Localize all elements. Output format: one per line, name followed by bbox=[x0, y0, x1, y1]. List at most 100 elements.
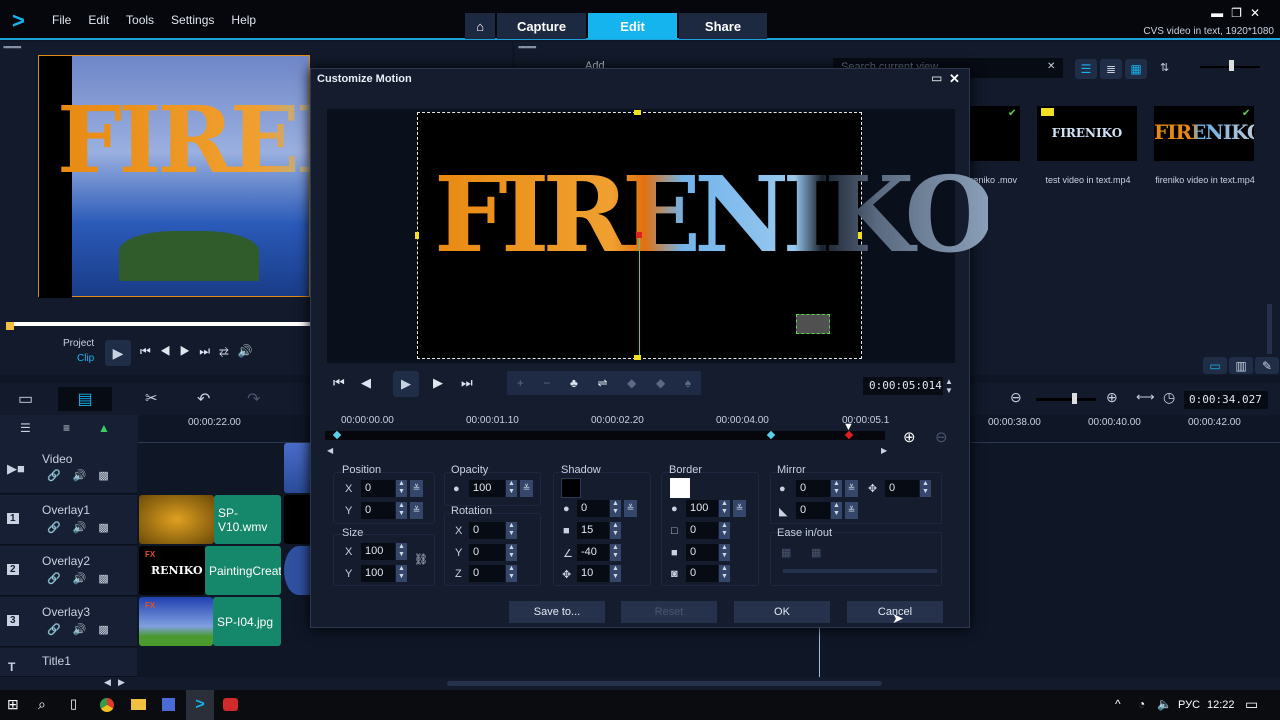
lock-ratio-icon[interactable]: ⛓ bbox=[414, 553, 428, 566]
border-blur-input[interactable]: 0 bbox=[686, 544, 718, 561]
checker-icon[interactable]: ▩ bbox=[98, 573, 120, 585]
next-keyframe-icon[interactable]: ▶ bbox=[433, 375, 443, 391]
copy-keyframe-icon[interactable]: ♠ bbox=[685, 376, 691, 390]
track-title1[interactable]: T Title1 bbox=[0, 648, 137, 677]
sort-icon[interactable]: ⇅ bbox=[1160, 61, 1169, 74]
repeat-icon[interactable]: ⇄ bbox=[219, 344, 238, 358]
library-item[interactable]: ✔ FIRENIKO fireniko video in text.mp4 bbox=[1150, 106, 1264, 186]
opacity-dropdown[interactable]: ≚ bbox=[520, 480, 533, 497]
fit-timeline-icon[interactable]: ⟷ bbox=[1136, 389, 1155, 405]
zoom-out-icon[interactable]: ⊖ bbox=[1010, 389, 1022, 406]
position-y-spin[interactable]: ▲ ▼ bbox=[396, 502, 407, 519]
resize-handle[interactable] bbox=[858, 232, 862, 239]
keyframe-scrubber[interactable]: ▼ bbox=[843, 421, 854, 433]
menu-edit[interactable]: Edit bbox=[88, 13, 109, 27]
mirror-offset-spin[interactable]: ▲ ▼ bbox=[920, 480, 931, 497]
track-overlay1[interactable]: 1 Overlay1 🔗🔊▩ bbox=[0, 495, 137, 545]
shadow-color-swatch[interactable] bbox=[561, 478, 581, 498]
border-soft-spin[interactable]: ▲ ▼ bbox=[719, 565, 730, 582]
shadow-distance-spin[interactable]: ▲ ▼ bbox=[610, 565, 621, 582]
scroll-left-icon[interactable]: ◀ bbox=[104, 677, 111, 688]
speaker-icon[interactable]: 🔈 bbox=[1157, 697, 1172, 711]
timeline-view-icon[interactable]: ▤ bbox=[58, 387, 112, 411]
shadow-handle[interactable] bbox=[796, 314, 830, 334]
resize-handle[interactable] bbox=[634, 110, 641, 115]
ease-in-icon[interactable]: ▦ bbox=[781, 546, 791, 559]
reset-button[interactable]: Reset bbox=[621, 601, 717, 623]
videostudio-icon[interactable]: > bbox=[186, 690, 214, 720]
ease-out-icon[interactable]: ▦ bbox=[811, 546, 821, 559]
chrome-icon[interactable] bbox=[100, 698, 114, 712]
library-item[interactable]: FIRENIKO test video in text.mp4 bbox=[1033, 106, 1143, 186]
border-blur-spin[interactable]: ▲ ▼ bbox=[719, 544, 730, 561]
project-mode-label[interactable]: Project bbox=[63, 338, 94, 349]
add-track-icon[interactable]: ≡ bbox=[63, 421, 70, 435]
overlay3-clip[interactable]: SP-I04.jpg bbox=[213, 597, 281, 646]
position-x-dropdown[interactable]: ≚ bbox=[410, 480, 423, 497]
minimize-button[interactable]: ▬ bbox=[1211, 6, 1231, 20]
motion-canvas[interactable]: FIRENIKO bbox=[415, 110, 995, 360]
shadow-angle-input[interactable]: -40 bbox=[577, 544, 609, 561]
rotation-z-spin[interactable]: ▲ ▼ bbox=[506, 565, 517, 582]
checker-icon[interactable]: ▩ bbox=[98, 470, 120, 482]
position-x-input[interactable]: 0 bbox=[361, 480, 395, 497]
track-overlay3[interactable]: 3 Overlay3 🔗🔊▩ bbox=[0, 597, 137, 647]
prev-keyframe-icon[interactable]: ◀ bbox=[361, 375, 371, 391]
size-x-input[interactable]: 100 bbox=[361, 543, 395, 560]
undo-icon[interactable]: ↶ bbox=[197, 389, 210, 409]
play-button[interactable]: ▶ bbox=[105, 340, 131, 366]
shadow-opacity-spin[interactable]: ▲ ▼ bbox=[610, 500, 621, 517]
dialog-close-button[interactable]: ✕ bbox=[949, 71, 960, 87]
search-clear-icon[interactable]: ✕ bbox=[1047, 61, 1055, 72]
split-panel-button[interactable]: ▥ bbox=[1229, 357, 1253, 374]
ruler-zoom-in-icon[interactable]: ⊕ bbox=[903, 428, 916, 446]
language-indicator[interactable]: РУС bbox=[1178, 699, 1200, 711]
size-y-input[interactable]: 100 bbox=[361, 565, 395, 582]
overlay2-clip-thumb[interactable]: FX RENIKO bbox=[139, 546, 205, 595]
go-start-icon[interactable]: ⏮ bbox=[333, 375, 345, 391]
mirror-fade-dropdown[interactable]: ≚ bbox=[845, 502, 858, 519]
storyboard-view-icon[interactable]: ▭ bbox=[18, 389, 33, 409]
border-opacity-input[interactable]: 100 bbox=[686, 500, 718, 517]
tools-icon[interactable]: ✂ bbox=[145, 389, 158, 407]
clock[interactable]: 12:22 bbox=[1207, 699, 1235, 711]
track-overlay2[interactable]: 2 Overlay2 🔗🔊▩ bbox=[0, 546, 137, 596]
center-handle[interactable] bbox=[636, 232, 642, 238]
overlay1-clip[interactable]: SP-V10.wmv bbox=[214, 495, 281, 544]
view-list-button[interactable]: ≣ bbox=[1100, 59, 1122, 79]
shadow-angle-spin[interactable]: ▲ ▼ bbox=[610, 544, 621, 561]
scrub-handle[interactable] bbox=[6, 322, 14, 330]
mirror-opacity-spin[interactable]: ▲ ▼ bbox=[831, 480, 842, 497]
link-icon[interactable]: 🔗 bbox=[47, 470, 73, 482]
dialog-play-button[interactable]: ▶ bbox=[393, 371, 419, 397]
timecode-spin[interactable]: ▲ ▼ bbox=[945, 377, 953, 395]
border-soft-input[interactable]: 0 bbox=[686, 565, 718, 582]
tab-edit[interactable]: Edit bbox=[588, 13, 677, 39]
size-y-spin[interactable]: ▲ ▼ bbox=[396, 565, 407, 582]
tab-capture[interactable]: Capture bbox=[497, 13, 586, 39]
remove-keyframe-icon[interactable]: − bbox=[543, 376, 550, 390]
opacity-spin[interactable]: ▲ ▼ bbox=[506, 480, 517, 497]
search-icon[interactable]: ⌕ bbox=[38, 696, 46, 713]
start-button[interactable]: ⊞ bbox=[7, 696, 19, 713]
view-thumbnail-button[interactable]: ☰ bbox=[1075, 59, 1097, 79]
size-x-spin[interactable]: ▲ ▼ bbox=[396, 543, 407, 560]
save-app-icon[interactable] bbox=[162, 698, 175, 711]
tab-share[interactable]: Share bbox=[679, 13, 767, 39]
timeline-scrollbar[interactable]: ◀ ▶ bbox=[0, 677, 1280, 690]
next-frame-icon[interactable]: ▶ bbox=[180, 344, 200, 358]
checker-icon[interactable]: ▩ bbox=[98, 624, 120, 636]
ease-slider[interactable] bbox=[783, 569, 937, 573]
view-grid-button[interactable]: ▦ bbox=[1125, 59, 1147, 79]
mirror-opacity-input[interactable]: 0 bbox=[796, 480, 830, 497]
redo-icon[interactable]: ↷ bbox=[247, 389, 260, 409]
edit-panel-button[interactable]: ✎ bbox=[1255, 357, 1279, 374]
notifications-icon[interactable]: ▭ bbox=[1245, 696, 1258, 713]
panel-grip[interactable]: ▪▪▪▪▪▪▪▪ bbox=[518, 42, 537, 52]
recorder-icon[interactable] bbox=[223, 698, 238, 711]
menu-settings[interactable]: Settings bbox=[171, 13, 214, 27]
timeline-timecode[interactable]: 0:00:34.027 bbox=[1184, 391, 1268, 409]
position-y-dropdown[interactable]: ≚ bbox=[410, 502, 423, 519]
rotation-x-input[interactable]: 0 bbox=[469, 522, 505, 539]
motion-preview[interactable]: FIRENIKO bbox=[327, 109, 995, 363]
